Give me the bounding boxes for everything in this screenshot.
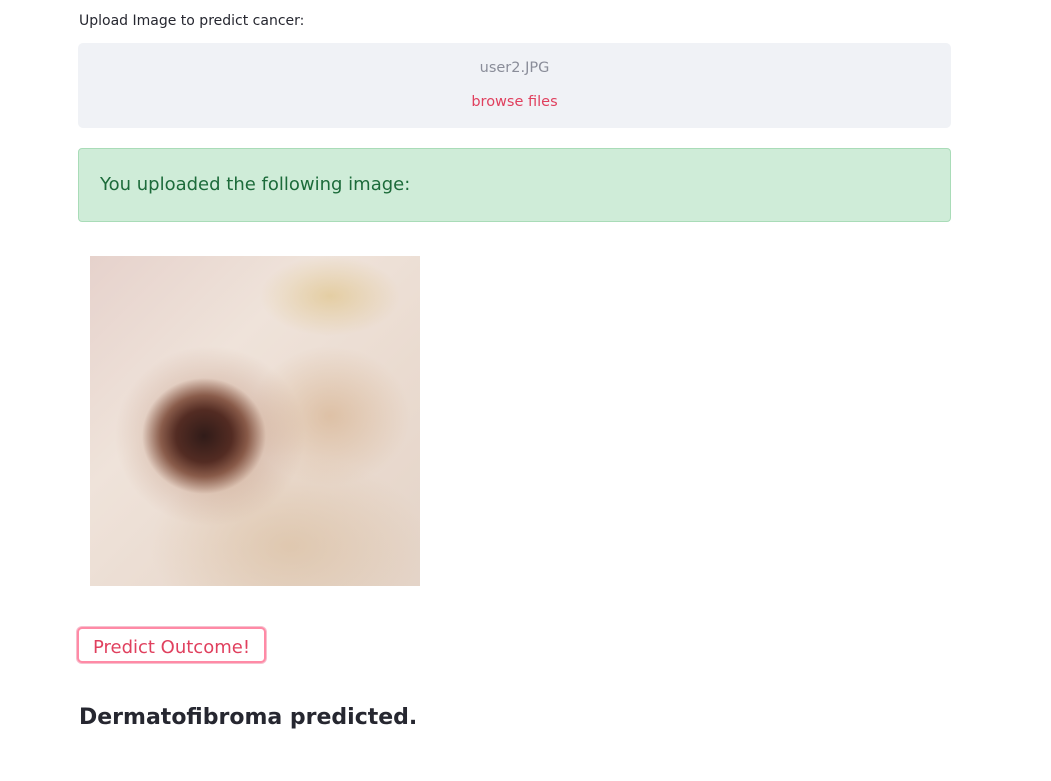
- uploaded-filename: user2.JPG: [479, 60, 550, 76]
- success-alert: You uploaded the following image:: [78, 148, 951, 222]
- prediction-result: Dermatofibroma predicted.: [79, 705, 418, 730]
- success-alert-message: You uploaded the following image:: [100, 174, 411, 195]
- predict-outcome-button[interactable]: Predict Outcome!: [77, 627, 266, 663]
- uploaded-image: [90, 256, 420, 586]
- app-page: Upload Image to predict cancer: user2.JP…: [0, 0, 1051, 781]
- file-dropzone[interactable]: user2.JPG browse files: [78, 43, 951, 128]
- uploader-label: Upload Image to predict cancer:: [79, 13, 305, 29]
- uploaded-image-frame: [80, 245, 432, 597]
- browse-files-link[interactable]: browse files: [78, 94, 951, 110]
